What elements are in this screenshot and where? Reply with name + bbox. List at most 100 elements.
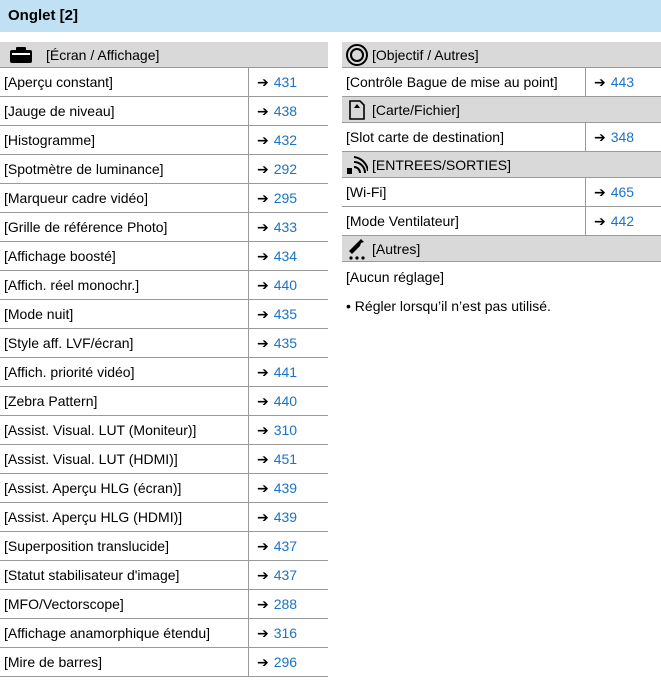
page-reference[interactable]: ➔ 288 — [249, 596, 328, 613]
section-header: [ENTREES/SORTIES] — [342, 152, 661, 178]
page-link[interactable]: 441 — [274, 364, 297, 380]
page-link[interactable]: 435 — [274, 335, 297, 351]
page-link[interactable]: 434 — [274, 248, 297, 264]
setting-name: [Wi-Fi] — [346, 184, 387, 200]
page-link[interactable]: 437 — [274, 538, 297, 554]
table-row: [Mire de barres] ➔ 296 — [0, 648, 328, 677]
page-reference[interactable]: ➔ 438 — [249, 103, 328, 120]
page-link[interactable]: 437 — [274, 567, 297, 583]
table-row: [Assist. Aperçu HLG (écran)] ➔ 439 — [0, 474, 328, 503]
page-reference[interactable]: ➔ 451 — [249, 451, 328, 468]
page-reference[interactable]: ➔ 443 — [586, 74, 661, 91]
page-reference[interactable]: ➔ 437 — [249, 538, 328, 555]
table-row: [Mode nuit] ➔ 435 — [0, 300, 328, 329]
arrow-icon: ➔ — [257, 363, 269, 380]
page-link[interactable]: 465 — [611, 184, 634, 200]
page-reference[interactable]: ➔ 310 — [249, 422, 328, 439]
page-link[interactable]: 431 — [274, 74, 297, 90]
page-link[interactable]: 440 — [274, 393, 297, 409]
page-link[interactable]: 295 — [274, 190, 297, 206]
memory-card-icon — [342, 97, 372, 123]
table-row: [Mode Ventilateur] ➔ 442 — [342, 207, 661, 236]
page-link[interactable]: 439 — [274, 480, 297, 496]
setting-name: [Assist. Aperçu HLG (HDMI)] — [4, 509, 183, 525]
table-row: [Style aff. LVF/écran] ➔ 435 — [0, 329, 328, 358]
page-reference[interactable]: ➔ 439 — [249, 480, 328, 497]
setting-name: [Mode nuit] — [4, 306, 74, 322]
setting-name: [Contrôle Bague de mise au point] — [346, 74, 558, 90]
table-row: [Spotmètre de luminance] ➔ 292 — [0, 155, 328, 184]
right-column: [Objectif / Autres] [Contrôle Bague de mi… — [342, 42, 661, 321]
section-header-screen-display: [Écran / Affichage] — [0, 42, 328, 68]
page-link[interactable]: 292 — [274, 161, 297, 177]
arrow-icon: ➔ — [257, 73, 269, 90]
table-row: [Aucun réglage] — [342, 262, 661, 291]
page-link[interactable]: 443 — [611, 74, 634, 90]
setting-name: [Mode Ventilateur] — [346, 213, 459, 229]
page-reference[interactable]: ➔ 440 — [249, 277, 328, 294]
arrow-icon: ➔ — [257, 421, 269, 438]
section-header-label: [Écran / Affichage] — [46, 46, 160, 63]
wireless-icon — [342, 152, 372, 178]
page-reference[interactable]: ➔ 296 — [249, 654, 328, 671]
page-reference[interactable]: ➔ 431 — [249, 74, 328, 91]
page-reference[interactable]: ➔ 465 — [586, 184, 661, 201]
page-title: Onglet [2] — [0, 0, 661, 32]
setting-name: [Aperçu constant] — [4, 74, 113, 90]
page-link[interactable]: 348 — [611, 129, 634, 145]
page-reference[interactable]: ➔ 439 — [249, 509, 328, 526]
arrow-icon: ➔ — [257, 595, 269, 612]
page-link[interactable]: 296 — [274, 654, 297, 670]
page-reference[interactable]: ➔ 434 — [249, 248, 328, 265]
setting-name: [Superposition translucide] — [4, 538, 169, 554]
page-reference[interactable]: ➔ 348 — [586, 129, 661, 146]
arrow-icon: ➔ — [257, 160, 269, 177]
page-link[interactable]: 435 — [274, 306, 297, 322]
page-link[interactable]: 439 — [274, 509, 297, 525]
arrow-icon: ➔ — [257, 305, 269, 322]
section-header-label: [Objectif / Autres] — [372, 46, 479, 63]
section-header-label: [ENTREES/SORTIES] — [372, 156, 511, 173]
page-link[interactable]: 440 — [274, 277, 297, 293]
arrow-icon: ➔ — [257, 189, 269, 206]
page-reference[interactable]: ➔ 295 — [249, 190, 328, 207]
page-link[interactable]: 310 — [274, 422, 297, 438]
page-link[interactable]: 451 — [274, 451, 297, 467]
table-row: [Aperçu constant] ➔ 431 — [0, 68, 328, 97]
wrench-icon — [342, 236, 372, 262]
page-reference[interactable]: ➔ 440 — [249, 393, 328, 410]
arrow-icon: ➔ — [594, 128, 606, 145]
page-reference[interactable]: ➔ 432 — [249, 132, 328, 149]
arrow-icon: ➔ — [257, 334, 269, 351]
table-row: [MFO/Vectorscope] ➔ 288 — [0, 590, 328, 619]
page-link[interactable]: 288 — [274, 596, 297, 612]
page-reference[interactable]: ➔ 292 — [249, 161, 328, 178]
setting-name: [Marqueur cadre vidéo] — [4, 190, 148, 206]
arrow-icon: ➔ — [257, 276, 269, 293]
note-text: • Régler lorsqu’il n’est pas utilisé. — [346, 298, 551, 314]
table-row: [Assist. Visual. LUT (Moniteur)] ➔ 310 — [0, 416, 328, 445]
page-reference[interactable]: ➔ 435 — [249, 306, 328, 323]
page-link[interactable]: 438 — [274, 103, 297, 119]
arrow-icon: ➔ — [594, 183, 606, 200]
page-link[interactable]: 433 — [274, 219, 297, 235]
page-reference[interactable]: ➔ 442 — [586, 213, 661, 230]
page-link[interactable]: 442 — [611, 213, 634, 229]
page-reference[interactable]: ➔ 433 — [249, 219, 328, 236]
lens-icon — [342, 42, 372, 68]
page-reference[interactable]: ➔ 316 — [249, 625, 328, 642]
page-link[interactable]: 316 — [274, 625, 297, 641]
setting-name: [Mire de barres] — [4, 654, 103, 670]
setting-name: [Grille de référence Photo] — [4, 219, 168, 235]
setting-name: [Affichage anamorphique étendu] — [4, 625, 211, 641]
page-reference[interactable]: ➔ 441 — [249, 364, 328, 381]
setting-name: [Aucun réglage] — [346, 268, 445, 285]
page-link[interactable]: 432 — [274, 132, 297, 148]
arrow-icon: ➔ — [594, 212, 606, 229]
page-reference[interactable]: ➔ 437 — [249, 567, 328, 584]
section-header: [Objectif / Autres] — [342, 42, 661, 68]
table-row: [Statut stabilisateur d'image] ➔ 437 — [0, 561, 328, 590]
arrow-icon: ➔ — [257, 479, 269, 496]
arrow-icon: ➔ — [257, 450, 269, 467]
page-reference[interactable]: ➔ 435 — [249, 335, 328, 352]
